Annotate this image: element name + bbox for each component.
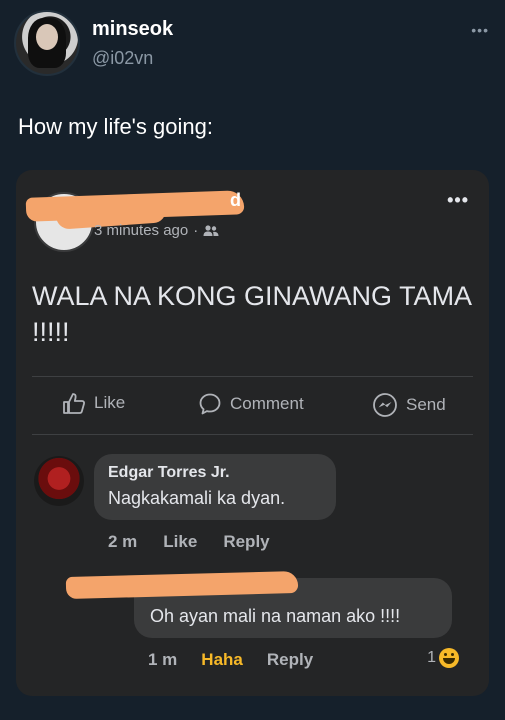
reply-haha-reaction[interactable]: Haha — [201, 650, 243, 670]
reply-time[interactable]: 1 m — [148, 650, 177, 670]
reaction-count[interactable]: 1 — [427, 648, 459, 668]
reply-reply-button[interactable]: Reply — [267, 650, 313, 670]
messenger-icon — [372, 392, 398, 418]
send-label: Send — [406, 395, 446, 414]
more-horizontal-icon[interactable]: ••• — [471, 22, 489, 38]
tweet-header: minseok @i02vn ••• — [14, 10, 495, 76]
post-meta: 3 minutes ago · — [94, 222, 219, 239]
reply-actions: 1 m Haha Reply — [148, 650, 313, 670]
meta-separator: · — [193, 222, 199, 239]
comment-avatar[interactable] — [34, 456, 84, 506]
tweet-handle[interactable]: @i02vn — [92, 48, 153, 69]
tweet-display-name[interactable]: minseok — [92, 18, 173, 41]
haha-icon — [439, 648, 459, 668]
like-label: Like — [94, 393, 126, 412]
send-button[interactable]: Send — [372, 392, 446, 418]
comment-like-button[interactable]: Like — [163, 532, 197, 552]
comment-icon — [198, 392, 222, 416]
comment-author[interactable]: Edgar Torres Jr. — [108, 464, 230, 482]
tweet-avatar[interactable] — [14, 10, 80, 76]
like-button[interactable]: Like — [62, 392, 125, 414]
divider — [32, 434, 473, 435]
thumbs-up-icon — [62, 392, 86, 414]
comment-time[interactable]: 2 m — [108, 532, 137, 552]
comment-reply-button[interactable]: Reply — [223, 532, 269, 552]
comment-button[interactable]: Comment — [198, 392, 304, 416]
friends-icon[interactable] — [203, 224, 219, 238]
divider — [32, 376, 473, 377]
more-horizontal-icon[interactable]: ••• — [447, 190, 469, 211]
comment-text: Nagkakamali ka dyan. — [108, 488, 286, 508]
avatar-face — [36, 24, 58, 50]
post-author-name[interactable]: d — [230, 190, 241, 211]
facebook-post-card: d 3 minutes ago · ••• WALA NA KONG GINAW… — [16, 170, 489, 696]
post-time[interactable]: 3 minutes ago — [94, 222, 188, 239]
tweet-text: How my life's going: — [18, 114, 213, 139]
post-body: WALA NA KONG GINAWANG TAMA !!!!! — [32, 281, 471, 347]
comment-bubble: Edgar Torres Jr. Nagkakamali ka dyan. — [94, 454, 336, 520]
comment-label: Comment — [230, 394, 304, 413]
reaction-count-value: 1 — [427, 649, 436, 666]
reply-text: Oh ayan mali na naman ako !!!! — [150, 606, 401, 626]
comment-actions: 2 m Like Reply — [108, 532, 270, 552]
